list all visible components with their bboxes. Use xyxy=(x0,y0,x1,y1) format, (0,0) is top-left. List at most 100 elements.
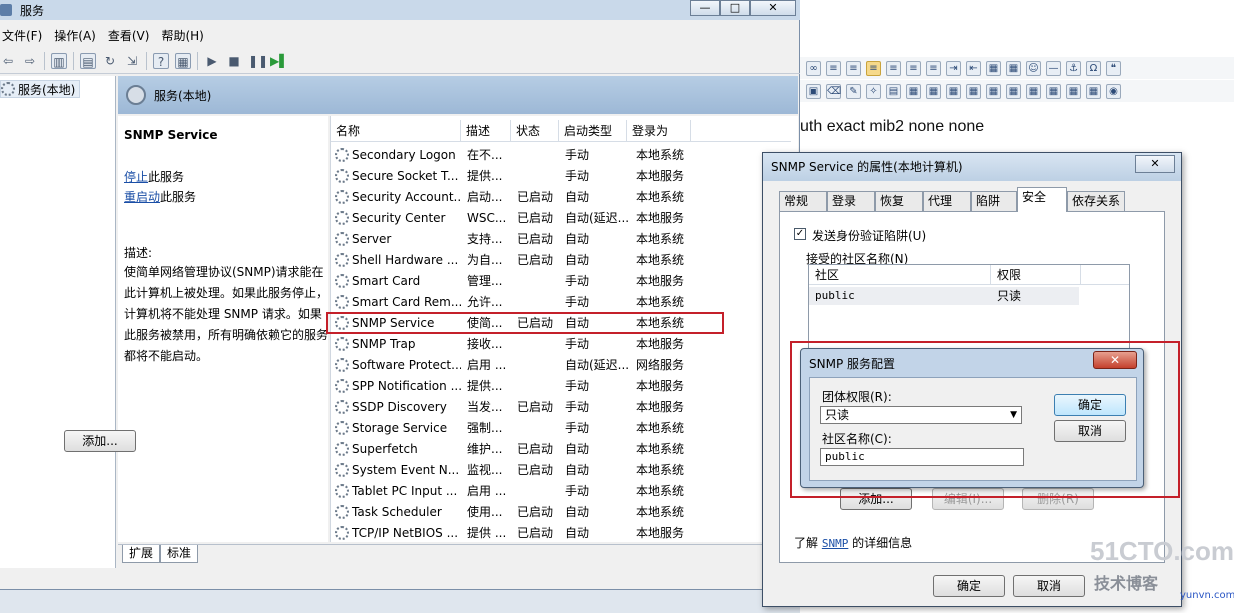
grid-icon[interactable]: ▦ xyxy=(1026,83,1041,99)
tree-item-services-local[interactable]: 服务(本地) xyxy=(0,80,81,98)
table-row[interactable]: Secondary Logon 在不... 手动 本地系统 xyxy=(331,144,791,165)
tab-dependencies[interactable]: 依存关系 xyxy=(1067,191,1125,211)
back-arrow-icon[interactable]: ⇦ xyxy=(0,53,16,69)
column-description[interactable]: 描述 xyxy=(461,120,511,141)
add-community-button[interactable]: 添加... xyxy=(64,430,136,452)
grid-icon[interactable]: ▦ xyxy=(906,83,921,99)
grid-icon[interactable]: ▦ xyxy=(966,83,981,99)
table-row[interactable]: System Event N... 监视... 已启动 自动 本地系统 xyxy=(331,459,791,480)
table-icon[interactable]: ▦ xyxy=(1006,60,1021,76)
column-startup-type[interactable]: 启动类型 xyxy=(559,120,627,141)
minimize-button[interactable]: — xyxy=(690,0,720,16)
menu-action[interactable]: 操作(A) xyxy=(54,27,96,44)
table-row[interactable]: Superfetch 维护... 已启动 自动 本地系统 xyxy=(331,438,791,459)
grid-icon[interactable]: ▦ xyxy=(1066,83,1081,99)
table-row[interactable]: Secure Socket T... 提供... 手动 本地服务 xyxy=(331,165,791,186)
tab-agent[interactable]: 代理 xyxy=(923,191,971,211)
link-icon[interactable]: ∞ xyxy=(806,60,821,76)
tab-extended[interactable]: 扩展 xyxy=(122,545,161,563)
dialog-close-button[interactable]: ✕ xyxy=(1135,155,1175,173)
table-row[interactable]: SPP Notification ... 提供... 手动 本地服务 xyxy=(331,375,791,396)
brush-icon[interactable]: ✎ xyxy=(846,83,861,99)
column-name[interactable]: 名称 xyxy=(331,120,461,141)
tab-standard[interactable]: 标准 xyxy=(160,545,199,563)
table-row[interactable]: Task Scheduler 使用... 已启动 自动 本地系统 xyxy=(331,501,791,522)
grid-icon[interactable]: ▦ xyxy=(1006,83,1021,99)
quote-icon[interactable]: ❝ xyxy=(1106,60,1121,76)
tab-security[interactable]: 安全 xyxy=(1017,187,1067,212)
table-row[interactable]: Security Account... 启动... 已启动 自动 本地系统 xyxy=(331,186,791,207)
properties-icon[interactable]: ▤ xyxy=(80,52,96,69)
table-row[interactable]: Software Protect... 启用 ... 自动(延迟... 网络服务 xyxy=(331,354,791,375)
stop-icon[interactable]: ■ xyxy=(226,53,242,69)
editor-text-line[interactable]: uth exact mib2 none none xyxy=(800,118,984,136)
community-row[interactable]: public 只读 xyxy=(809,287,1079,305)
tab-general[interactable]: 常规 xyxy=(779,191,827,211)
grid-icon[interactable]: ▦ xyxy=(926,83,941,99)
horizontal-scrollbar[interactable] xyxy=(118,566,798,588)
ordered-list-icon[interactable]: ≡ xyxy=(826,60,841,76)
column-rights[interactable]: 权限 xyxy=(991,265,1081,284)
table-row[interactable]: Storage Service 强制... 手动 本地系统 xyxy=(331,417,791,438)
column-status[interactable]: 状态 xyxy=(511,120,559,141)
maximize-button[interactable]: □ xyxy=(720,0,750,16)
export-icon[interactable]: ⇲ xyxy=(124,53,140,69)
cancel-button[interactable]: 取消 xyxy=(1013,575,1085,597)
ok-button[interactable]: 确定 xyxy=(933,575,1005,597)
tab-recovery[interactable]: 恢复 xyxy=(875,191,923,211)
save-icon[interactable]: ▣ xyxy=(806,83,821,99)
table-row[interactable]: Shell Hardware ... 为自... 已启动 自动 本地系统 xyxy=(331,249,791,270)
refresh-icon[interactable]: ↻ xyxy=(102,53,118,69)
indent-icon[interactable]: ⇥ xyxy=(946,60,961,76)
special-char-icon[interactable]: Ω xyxy=(1086,60,1101,76)
pause-icon[interactable]: ❚❚ xyxy=(248,53,268,69)
align-center-icon[interactable]: ≡ xyxy=(886,60,901,76)
table-row[interactable]: Server 支持... 已启动 自动 本地系统 xyxy=(331,228,791,249)
close-button[interactable]: ✕ xyxy=(750,0,796,16)
grid-icon[interactable]: ▦ xyxy=(1086,83,1101,99)
unordered-list-icon[interactable]: ≡ xyxy=(846,60,861,76)
column-log-on-as[interactable]: 登录为 xyxy=(627,120,691,141)
align-right-icon[interactable]: ≡ xyxy=(906,60,921,76)
send-trap-checkbox[interactable]: ✓ xyxy=(794,228,806,240)
outdent-icon[interactable]: ⇤ xyxy=(966,60,981,76)
align-left-icon[interactable]: ≡ xyxy=(866,60,881,76)
tab-logon[interactable]: 登录 xyxy=(827,191,875,211)
table-row[interactable]: SNMP Trap 接收... 手动 本地服务 xyxy=(331,333,791,354)
magic-icon[interactable]: ✧ xyxy=(866,83,881,99)
menu-view[interactable]: 查看(V) xyxy=(108,27,150,44)
anchor-icon[interactable]: ⚓ xyxy=(1066,60,1081,76)
justify-icon[interactable]: ≡ xyxy=(926,60,941,76)
table-icon[interactable]: ▦ xyxy=(986,60,1001,76)
table-row[interactable]: Smart Card Rem... 允许... 手动 本地系统 xyxy=(331,291,791,312)
play-icon[interactable]: ▶ xyxy=(204,53,220,69)
restart-service-link[interactable]: 重启动 xyxy=(124,190,160,204)
help-icon[interactable]: ? xyxy=(153,52,169,69)
column-community[interactable]: 社区 xyxy=(809,265,991,284)
tab-traps[interactable]: 陷阱 xyxy=(971,191,1017,211)
table-row[interactable]: Smart Card 管理... 手动 本地服务 xyxy=(331,270,791,291)
smiley-icon[interactable]: ☺ xyxy=(1026,60,1041,76)
table-row[interactable]: Tablet PC Input ... 启用 ... 手动 本地系统 xyxy=(331,480,791,501)
table-row[interactable]: SSDP Discovery 当发... 已启动 手动 本地服务 xyxy=(331,396,791,417)
forward-arrow-icon[interactable]: ⇨ xyxy=(22,53,38,69)
stop-service-link[interactable]: 停止 xyxy=(124,170,148,184)
table-row[interactable]: TCP/IP NetBIOS ... 提供 ... 已启动 自动 本地服务 xyxy=(331,522,791,543)
grid-icon[interactable]: ▦ xyxy=(946,83,961,99)
console-icon[interactable]: ▦ xyxy=(175,52,191,69)
service-description-pane: SNMP Service 停止此服务 重启动此服务 描述: 使简单网络管理协议(… xyxy=(118,116,328,542)
restart-icon[interactable]: ▶▌ xyxy=(270,53,288,69)
editor-toolbar-row-2: ▣ ⌫ ✎ ✧ ▤ ▦ ▦ ▦ ▦ ▦ ▦ ▦ ▦ ▦ ▦ ◉ xyxy=(800,80,1234,102)
menu-file[interactable]: 文件(F) xyxy=(2,27,42,44)
menu-help[interactable]: 帮助(H) xyxy=(161,27,203,44)
snmp-help-link[interactable]: SNMP xyxy=(822,537,849,550)
table-row[interactable]: Security Center WSC... 已启动 自动(延迟... 本地服务 xyxy=(331,207,791,228)
paste-icon[interactable]: ▤ xyxy=(886,83,901,99)
show-tree-icon[interactable]: ▥ xyxy=(51,52,67,69)
eraser-icon[interactable]: ⌫ xyxy=(826,83,841,99)
grid-icon[interactable]: ▦ xyxy=(986,83,1001,99)
horizontal-rule-icon[interactable]: — xyxy=(1046,60,1061,76)
binoculars-icon[interactable]: ◉ xyxy=(1106,83,1121,99)
service-description: 强制... xyxy=(467,421,503,435)
grid-icon[interactable]: ▦ xyxy=(1046,83,1061,99)
